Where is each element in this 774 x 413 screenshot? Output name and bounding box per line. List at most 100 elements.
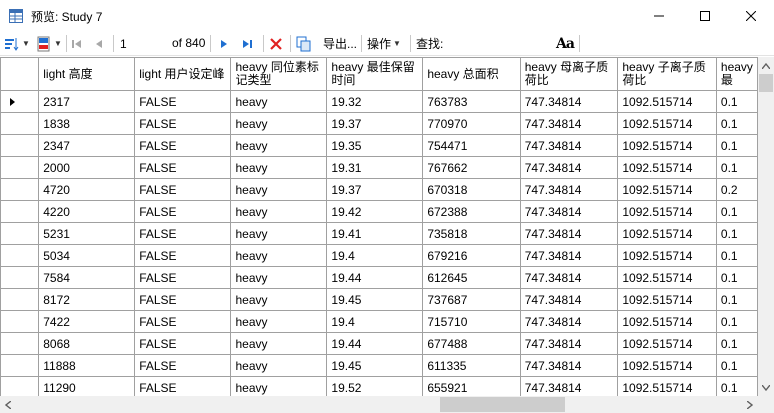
vertical-scrollbar[interactable] <box>758 57 774 396</box>
table-cell[interactable]: 19.31 <box>326 156 424 179</box>
table-cell[interactable]: 1092.515714 <box>617 332 717 355</box>
row-header-cell[interactable] <box>0 310 40 333</box>
table-cell[interactable]: FALSE <box>134 266 232 289</box>
horizontal-scrollbar[interactable] <box>0 396 758 413</box>
first-record-button[interactable] <box>70 31 84 56</box>
table-row[interactable]: 7422 FALSE heavy 19.4 715710 747.34814 1092.51… <box>0 310 758 333</box>
table-cell[interactable]: 1092.515714 <box>617 178 717 201</box>
row-header-cell[interactable] <box>0 266 40 289</box>
table-cell[interactable]: 0.1 <box>715 310 758 333</box>
scroll-left-button[interactable] <box>0 396 16 413</box>
table-row[interactable]: 1838 FALSE heavy 19.37 770970 747.34814 1092.5… <box>0 112 758 135</box>
scroll-up-button[interactable] <box>758 57 774 74</box>
table-cell[interactable]: heavy <box>230 134 328 157</box>
table-cell[interactable]: FALSE <box>134 244 232 267</box>
table-cell[interactable]: 19.41 <box>326 222 424 245</box>
table-cell[interactable]: FALSE <box>134 200 232 223</box>
table-cell[interactable]: 747.34814 <box>519 134 619 157</box>
minimize-button[interactable] <box>636 0 682 31</box>
table-cell[interactable]: 1092.515714 <box>617 134 717 157</box>
table-cell[interactable]: 747.34814 <box>519 354 619 377</box>
table-cell[interactable]: 7422 <box>38 310 136 333</box>
font-size-button[interactable]: Aa <box>556 31 575 56</box>
table-cell[interactable]: 1838 <box>38 112 136 135</box>
table-cell[interactable]: 2317 <box>38 90 136 113</box>
table-cell[interactable]: 19.42 <box>326 200 424 223</box>
table-cell[interactable]: 747.34814 <box>519 244 619 267</box>
table-cell[interactable]: 770970 <box>422 112 521 135</box>
table-cell[interactable]: 19.45 <box>326 354 424 377</box>
table-row[interactable]: 4720 FALSE heavy 19.37 670318 747.34814 1092.5… <box>0 178 758 201</box>
table-cell[interactable]: 0.1 <box>715 332 758 355</box>
previous-record-button[interactable] <box>92 31 106 56</box>
table-row[interactable]: 11888 FALSE heavy 19.45 611335 747.34814 1092.… <box>0 354 758 377</box>
table-cell[interactable]: 19.35 <box>326 134 424 157</box>
table-cell[interactable]: 612645 <box>422 266 521 289</box>
table-cell[interactable]: heavy <box>230 90 328 113</box>
table-row[interactable]: 5034 FALSE heavy 19.4 679216 747.34814 1092.51… <box>0 244 758 267</box>
row-header-cell[interactable] <box>0 156 40 179</box>
table-cell[interactable]: 1092.515714 <box>617 112 717 135</box>
table-cell[interactable]: 747.34814 <box>519 200 619 223</box>
table-cell[interactable]: FALSE <box>134 178 232 201</box>
table-cell[interactable]: heavy <box>230 354 328 377</box>
table-cell[interactable]: heavy <box>230 178 328 201</box>
table-cell[interactable]: 1092.515714 <box>617 244 717 267</box>
table-cell[interactable]: 655921 <box>422 376 521 396</box>
row-header-cell[interactable] <box>0 376 40 396</box>
table-cell[interactable]: heavy <box>230 376 328 396</box>
table-cell[interactable]: 0.1 <box>715 134 758 157</box>
table-cell[interactable]: FALSE <box>134 222 232 245</box>
table-cell[interactable]: 1092.515714 <box>617 222 717 245</box>
table-cell[interactable]: 1092.515714 <box>617 156 717 179</box>
table-cell[interactable]: 0.1 <box>715 376 758 396</box>
table-cell[interactable]: 5231 <box>38 222 136 245</box>
table-cell[interactable]: FALSE <box>134 354 232 377</box>
table-cell[interactable]: 747.34814 <box>519 178 619 201</box>
table-cell[interactable]: heavy <box>230 156 328 179</box>
actions-dropdown-button[interactable]: 操作 ▼ <box>367 31 401 56</box>
table-cell[interactable]: 19.45 <box>326 288 424 311</box>
row-header-cell[interactable] <box>0 90 40 113</box>
table-cell[interactable]: heavy <box>230 310 328 333</box>
view-dropdown-button[interactable]: ▼ <box>36 31 62 56</box>
table-cell[interactable]: 737687 <box>422 288 521 311</box>
next-record-button[interactable] <box>217 31 231 56</box>
table-cell[interactable]: FALSE <box>134 90 232 113</box>
table-cell[interactable]: FALSE <box>134 376 232 396</box>
delete-button[interactable] <box>269 31 283 56</box>
table-cell[interactable]: 8172 <box>38 288 136 311</box>
scroll-down-button[interactable] <box>758 379 774 396</box>
table-cell[interactable]: 7584 <box>38 266 136 289</box>
table-cell[interactable]: 19.4 <box>326 244 424 267</box>
table-row[interactable]: 2317 FALSE heavy 19.32 763783 747.34814 1092.5… <box>0 90 758 113</box>
table-cell[interactable]: heavy <box>230 112 328 135</box>
horizontal-scroll-thumb[interactable] <box>440 397 565 412</box>
table-cell[interactable]: FALSE <box>134 310 232 333</box>
table-cell[interactable]: 2347 <box>38 134 136 157</box>
table-cell[interactable]: heavy <box>230 332 328 355</box>
table-cell[interactable]: 0.1 <box>715 90 758 113</box>
column-header[interactable]: heavy 子离子质荷比 <box>617 57 717 91</box>
table-cell[interactable]: 715710 <box>422 310 521 333</box>
table-cell[interactable]: 1092.515714 <box>617 266 717 289</box>
corner-header-cell[interactable] <box>0 57 40 91</box>
column-header[interactable]: heavy 同位素标记类型 <box>230 57 328 91</box>
table-cell[interactable]: heavy <box>230 222 328 245</box>
row-header-cell[interactable] <box>0 354 40 377</box>
table-cell[interactable]: 2000 <box>38 156 136 179</box>
table-cell[interactable]: 0.1 <box>715 288 758 311</box>
table-cell[interactable]: 763783 <box>422 90 521 113</box>
table-cell[interactable]: FALSE <box>134 134 232 157</box>
table-cell[interactable]: 670318 <box>422 178 521 201</box>
table-cell[interactable]: 1092.515714 <box>617 200 717 223</box>
table-cell[interactable]: 19.44 <box>326 332 424 355</box>
table-cell[interactable]: FALSE <box>134 156 232 179</box>
column-header[interactable]: heavy 总面积 <box>422 57 521 91</box>
table-row[interactable]: 2347 FALSE heavy 19.35 754471 747.34814 1092.5… <box>0 134 758 157</box>
table-cell[interactable]: FALSE <box>134 112 232 135</box>
table-cell[interactable]: 0.1 <box>715 156 758 179</box>
table-cell[interactable]: 747.34814 <box>519 288 619 311</box>
copy-button[interactable] <box>296 31 312 56</box>
table-row[interactable]: 4220 FALSE heavy 19.42 672388 747.34814 1092.5… <box>0 200 758 223</box>
